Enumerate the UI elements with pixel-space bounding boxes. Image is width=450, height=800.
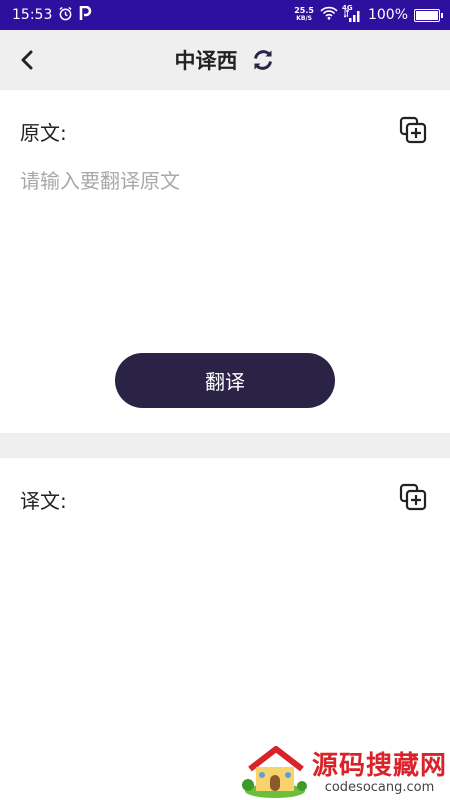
copy-add-icon [399, 116, 427, 144]
watermark-brand: 源码搜藏网 [312, 751, 448, 781]
network-speed: 25.5 KB/S [294, 7, 314, 23]
network-type: 4G [341, 4, 353, 12]
watermark: 源码搜藏网 codesocang.com [240, 740, 450, 800]
back-button[interactable] [12, 45, 42, 75]
watermark-url: codesocang.com [324, 780, 435, 795]
battery-fill [416, 10, 438, 20]
signal-icon: 4G [342, 4, 362, 22]
battery-icon [414, 8, 443, 22]
result-copy-button[interactable] [398, 482, 428, 512]
source-text-input[interactable] [20, 165, 430, 325]
section-divider [0, 433, 450, 458]
title-bar: 中译西 [0, 30, 450, 90]
translate-button[interactable]: 翻译 [115, 353, 335, 408]
alarm-icon [58, 6, 73, 25]
watermark-text: 源码搜藏网 codesocang.com [312, 745, 447, 795]
refresh-swap-icon [253, 50, 272, 70]
house-logo-icon [242, 746, 307, 798]
source-label: 原文: [20, 121, 67, 145]
status-time: 15:53 [12, 7, 53, 23]
wifi-icon [320, 6, 338, 24]
battery-percent: 100% [367, 7, 408, 23]
source-copy-button[interactable] [398, 115, 428, 145]
status-bar: 15:53 25.5 KB/S 4G 100% [0, 0, 450, 30]
page-title: 中译西 [174, 49, 238, 73]
copy-add-icon [399, 483, 427, 511]
status-right: 25.5 KB/S 4G 100% [294, 4, 443, 24]
speed-value: 25.5 [294, 6, 314, 15]
status-left: 15:53 [12, 5, 92, 25]
speed-unit: KB/S [296, 15, 312, 22]
chevron-left-icon [21, 50, 33, 70]
title-group: 中译西 [175, 45, 276, 75]
p-app-icon [79, 5, 92, 25]
swap-language-button[interactable] [250, 47, 276, 73]
result-label: 译文: [20, 489, 67, 513]
